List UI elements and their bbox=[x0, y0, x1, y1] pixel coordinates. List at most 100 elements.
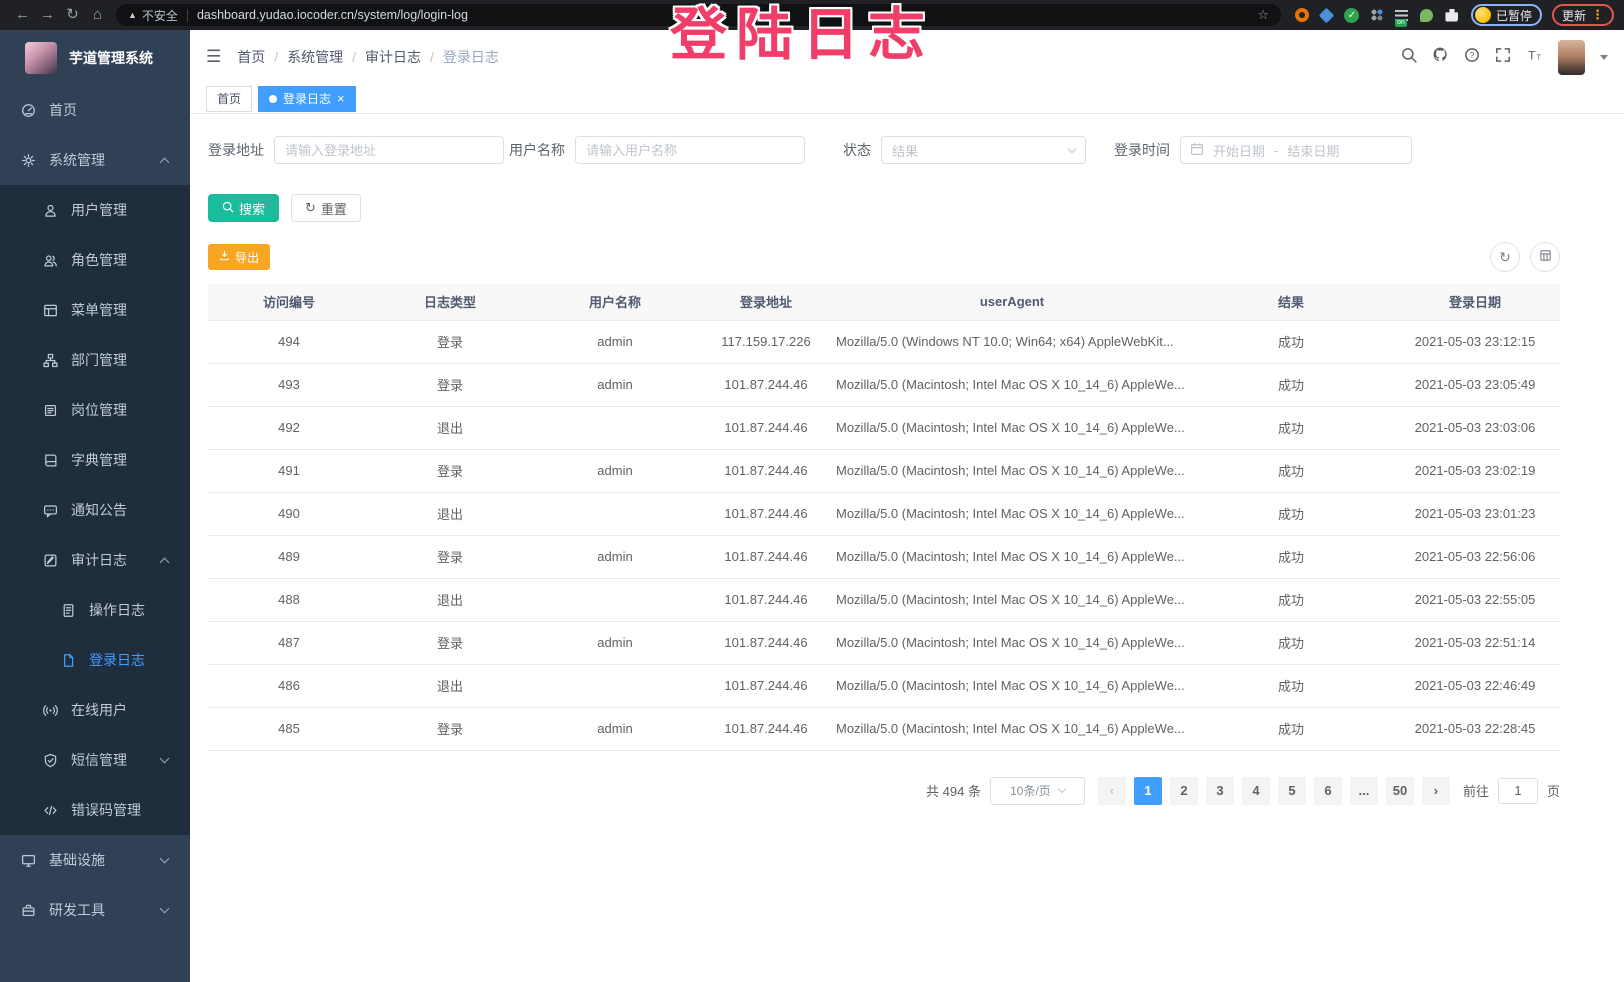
sidebar-item-dev-tools[interactable]: 研发工具 bbox=[0, 885, 190, 935]
help-icon[interactable]: ? bbox=[1464, 47, 1480, 68]
reset-button[interactable]: ↻ 重置 bbox=[291, 194, 361, 222]
search-icon[interactable] bbox=[1401, 47, 1417, 68]
export-button[interactable]: 导出 bbox=[208, 244, 270, 270]
search-icon bbox=[222, 201, 234, 216]
svg-text:T: T bbox=[1528, 48, 1536, 62]
avatar-caret-down-icon[interactable] bbox=[1600, 55, 1608, 60]
browser-back-icon[interactable]: ← bbox=[10, 3, 35, 27]
extension-ring-icon[interactable] bbox=[1293, 6, 1311, 24]
active-dot-icon bbox=[269, 95, 277, 103]
tab-home[interactable]: 首页 bbox=[206, 86, 252, 112]
col-header-id: 访问编号 bbox=[208, 284, 370, 320]
dict-icon bbox=[42, 452, 58, 468]
page-button-1[interactable]: 1 bbox=[1134, 777, 1162, 805]
sidebar-item-label: 首页 bbox=[49, 100, 77, 120]
user-avatar[interactable] bbox=[1558, 40, 1585, 75]
browser-profile-chip[interactable]: 已暂停 bbox=[1471, 4, 1542, 26]
page-button-6[interactable]: 6 bbox=[1314, 777, 1342, 805]
browser-forward-icon[interactable]: → bbox=[35, 3, 60, 27]
breadcrumb-separator: / bbox=[352, 49, 356, 65]
app-logo-row[interactable]: 芋道管理系统 bbox=[0, 30, 190, 85]
sidebar-item-infrastructure[interactable]: 基础设施 bbox=[0, 835, 190, 885]
font-size-icon[interactable]: TT bbox=[1526, 47, 1543, 68]
table-row: 488退出101.87.244.46Mozilla/5.0 (Macintosh… bbox=[208, 578, 1560, 621]
page-size-select[interactable]: 10条/页 bbox=[990, 777, 1085, 805]
roles-icon bbox=[42, 252, 58, 268]
extension-grid-icon[interactable] bbox=[1368, 6, 1386, 24]
gear-icon bbox=[20, 152, 36, 168]
page-button-2[interactable]: 2 bbox=[1170, 777, 1198, 805]
extensions-puzzle-icon[interactable] bbox=[1443, 6, 1461, 24]
sidebar-item-label: 基础设施 bbox=[49, 850, 105, 870]
errorcode-icon bbox=[42, 802, 58, 818]
chevron-down-icon bbox=[1058, 785, 1066, 793]
login-log-icon bbox=[60, 652, 76, 668]
page-button-50[interactable]: 50 bbox=[1386, 777, 1414, 805]
calendar-icon bbox=[1190, 142, 1204, 159]
table-row: 487登录admin101.87.244.46Mozilla/5.0 (Maci… bbox=[208, 621, 1560, 664]
prev-page-button[interactable]: ‹ bbox=[1098, 777, 1126, 805]
tab-label: 登录日志 bbox=[283, 90, 331, 107]
table-row: 485登录admin101.87.244.46Mozilla/5.0 (Maci… bbox=[208, 707, 1560, 750]
sidebar-item-home[interactable]: 首页 bbox=[0, 85, 190, 135]
tab-login-log[interactable]: 登录日志 × bbox=[258, 86, 356, 112]
browser-reload-icon[interactable]: ↻ bbox=[60, 3, 85, 27]
status-select[interactable]: 结果 bbox=[881, 136, 1086, 164]
column-settings-button[interactable] bbox=[1530, 242, 1560, 272]
extension-check-icon[interactable]: ✓ bbox=[1343, 6, 1361, 24]
fullscreen-icon[interactable] bbox=[1495, 47, 1511, 68]
login-time-label: 登录时间 bbox=[1114, 140, 1170, 160]
browser-home-icon[interactable]: ⌂ bbox=[85, 3, 110, 27]
next-page-button[interactable]: › bbox=[1422, 777, 1450, 805]
sidebar-item-dict-mgmt[interactable]: 字典管理 bbox=[0, 435, 190, 485]
sidebar-item-system-mgmt[interactable]: 系统管理 bbox=[0, 135, 190, 185]
sidebar-item-label: 审计日志 bbox=[71, 550, 127, 570]
extension-list-icon[interactable]: on bbox=[1393, 6, 1411, 24]
chevron-down-icon bbox=[160, 754, 170, 764]
chevron-up-icon bbox=[160, 158, 170, 168]
browser-menu-kebab-icon[interactable]: ⋮ bbox=[1591, 7, 1604, 23]
table-row: 494登录admin117.159.17.226Mozilla/5.0 (Win… bbox=[208, 320, 1560, 363]
sidebar-item-menu-mgmt[interactable]: 菜单管理 bbox=[0, 285, 190, 335]
page-button-3[interactable]: 3 bbox=[1206, 777, 1234, 805]
extension-plant-icon[interactable] bbox=[1418, 6, 1436, 24]
extension-gem-icon[interactable] bbox=[1318, 6, 1336, 24]
login-log-table: 访问编号 日志类型 用户名称 登录地址 userAgent 结果 登录日期 49… bbox=[208, 284, 1560, 751]
breadcrumb-item[interactable]: 首页 bbox=[237, 47, 265, 67]
sidebar-item-login-log[interactable]: 登录日志 bbox=[0, 635, 190, 685]
date-range-picker[interactable]: 开始日期 - 结束日期 bbox=[1180, 136, 1412, 164]
page-ellipsis[interactable]: ... bbox=[1350, 777, 1378, 805]
sidebar-item-dept-mgmt[interactable]: 部门管理 bbox=[0, 335, 190, 385]
menu-icon bbox=[42, 302, 58, 318]
username-input[interactable] bbox=[575, 136, 805, 164]
sidebar-item-role-mgmt[interactable]: 角色管理 bbox=[0, 235, 190, 285]
extension-on-badge: on bbox=[1395, 19, 1407, 27]
sidebar-item-user-mgmt[interactable]: 用户管理 bbox=[0, 185, 190, 235]
search-button[interactable]: 搜索 bbox=[208, 194, 279, 222]
sidebar-item-post-mgmt[interactable]: 岗位管理 bbox=[0, 385, 190, 435]
breadcrumb-item[interactable]: 系统管理 bbox=[287, 47, 343, 67]
sidebar-item-operation-log[interactable]: 操作日志 bbox=[0, 585, 190, 635]
browser-update-button[interactable]: 更新 ⋮ bbox=[1552, 4, 1614, 26]
breadcrumb-item[interactable]: 审计日志 bbox=[365, 47, 421, 67]
login-address-input[interactable] bbox=[274, 136, 504, 164]
sidebar-item-online-users[interactable]: 在线用户 bbox=[0, 685, 190, 735]
close-icon[interactable]: × bbox=[337, 91, 345, 106]
goto-page-input[interactable] bbox=[1498, 778, 1538, 804]
page-button-4[interactable]: 4 bbox=[1242, 777, 1270, 805]
sidebar-item-notice[interactable]: 通知公告 bbox=[0, 485, 190, 535]
page-button-5[interactable]: 5 bbox=[1278, 777, 1306, 805]
bookmark-star-icon[interactable]: ☆ bbox=[1257, 7, 1269, 23]
github-icon[interactable] bbox=[1432, 46, 1449, 68]
filter-status: 状态 结果 bbox=[843, 136, 1086, 164]
table-row: 489登录admin101.87.244.46Mozilla/5.0 (Maci… bbox=[208, 535, 1560, 578]
sidebar-item-audit-log[interactable]: 审计日志 bbox=[0, 535, 190, 585]
hamburger-icon[interactable]: ☰ bbox=[206, 47, 221, 67]
refresh-table-button[interactable]: ↻ bbox=[1490, 242, 1520, 272]
col-header-username: 用户名称 bbox=[530, 284, 700, 320]
security-label[interactable]: 不安全 bbox=[142, 7, 178, 24]
sidebar-item-sms-mgmt[interactable]: 短信管理 bbox=[0, 735, 190, 785]
sidebar-item-errorcode-mgmt[interactable]: 错误码管理 bbox=[0, 785, 190, 835]
table-header-row: 访问编号 日志类型 用户名称 登录地址 userAgent 结果 登录日期 bbox=[208, 284, 1560, 320]
sidebar-item-label: 系统管理 bbox=[49, 150, 105, 170]
